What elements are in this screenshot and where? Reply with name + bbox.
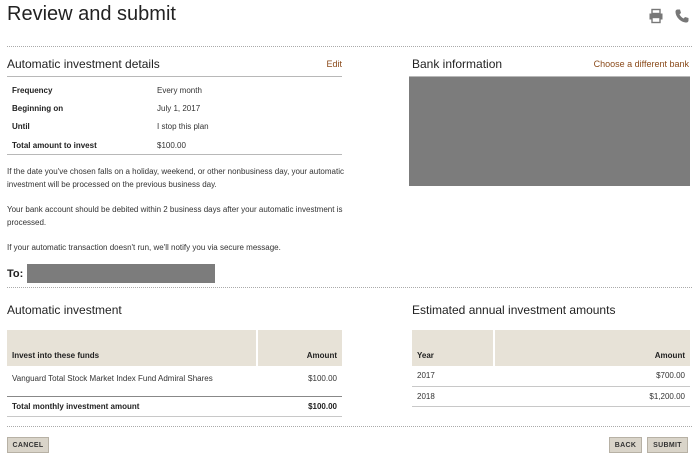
total-value: $100.00 [257,395,342,417]
cancel-button[interactable]: CANCEL [7,437,49,453]
bank-heading: Bank information [412,57,503,71]
table-row: 2018 $1,200.00 [412,386,690,407]
to-label: To: [7,267,24,280]
details-rule [7,76,342,77]
back-button[interactable]: BACK [609,437,642,453]
phone-icon[interactable] [674,8,690,24]
details-row: Until I stop this plan [7,118,342,136]
table-header-row: Invest into these funds Amount [7,330,342,366]
footer-divider [7,426,692,427]
table-row: 2017 $700.00 [412,366,690,387]
choose-bank-link[interactable]: Choose a different bank [594,59,689,69]
details-value: $100.00 [157,140,186,150]
total-row: Total monthly investment amount $100.00 [7,395,342,417]
details-list: Frequency Every month Beginning on July … [7,81,342,154]
column-header: Invest into these funds [7,330,257,366]
details-row: Beginning on July 1, 2017 [7,99,342,117]
details-label: Total amount to invest [12,140,97,150]
fund-amount: $100.00 [308,373,337,383]
redacted-recipient [27,264,216,283]
total-label: Total monthly investment amount [7,395,257,417]
details-row: Total amount to invest $100.00 [7,136,342,154]
fund-name: Vanguard Total Stock Market Index Fund A… [12,373,213,383]
edit-link[interactable]: Edit [326,59,342,69]
details-row: Frequency Every month [7,81,342,99]
header-divider [7,46,692,47]
amount-cell: $1,200.00 [494,386,690,407]
automatic-investment-table: Invest into these funds Amount Vanguard … [7,330,342,417]
year-cell: 2018 [412,386,494,407]
year-cell: 2017 [412,366,494,387]
page-title: Review and submit [7,3,176,25]
details-label: Beginning on [12,103,64,113]
column-header: Year [412,330,494,366]
debit-note: Your bank account should be debited with… [7,205,343,227]
to-row: To: [7,264,216,283]
printer-icon[interactable] [648,8,664,24]
automatic-investment-heading: Automatic investment [7,303,122,317]
amount-cell: $700.00 [494,366,690,387]
details-label: Frequency [12,85,53,95]
estimated-table: Year Amount 2017 $700.00 2018 $1,200.00 [412,330,690,407]
details-value: I stop this plan [157,122,209,132]
holiday-note: If the date you've chosen falls on a hol… [7,167,344,189]
column-header: Amount [493,330,690,366]
details-value: July 1, 2017 [157,103,201,113]
table-row: Vanguard Total Stock Market Index Fund A… [7,366,342,390]
estimated-heading: Estimated annual investment amounts [412,303,616,317]
section-divider [7,287,692,288]
automatic-details-heading: Automatic investment details [7,57,160,71]
submit-button[interactable]: SUBMIT [647,437,688,453]
details-value: Every month [157,85,202,95]
details-label: Until [12,122,30,132]
redacted-bank-info [409,77,690,186]
table-header-row: Year Amount [412,330,690,366]
details-bottom-rule [7,154,342,155]
notify-note: If your automatic transaction doesn't ru… [7,243,281,252]
column-header: Amount [256,330,342,366]
header-actions [648,8,690,24]
